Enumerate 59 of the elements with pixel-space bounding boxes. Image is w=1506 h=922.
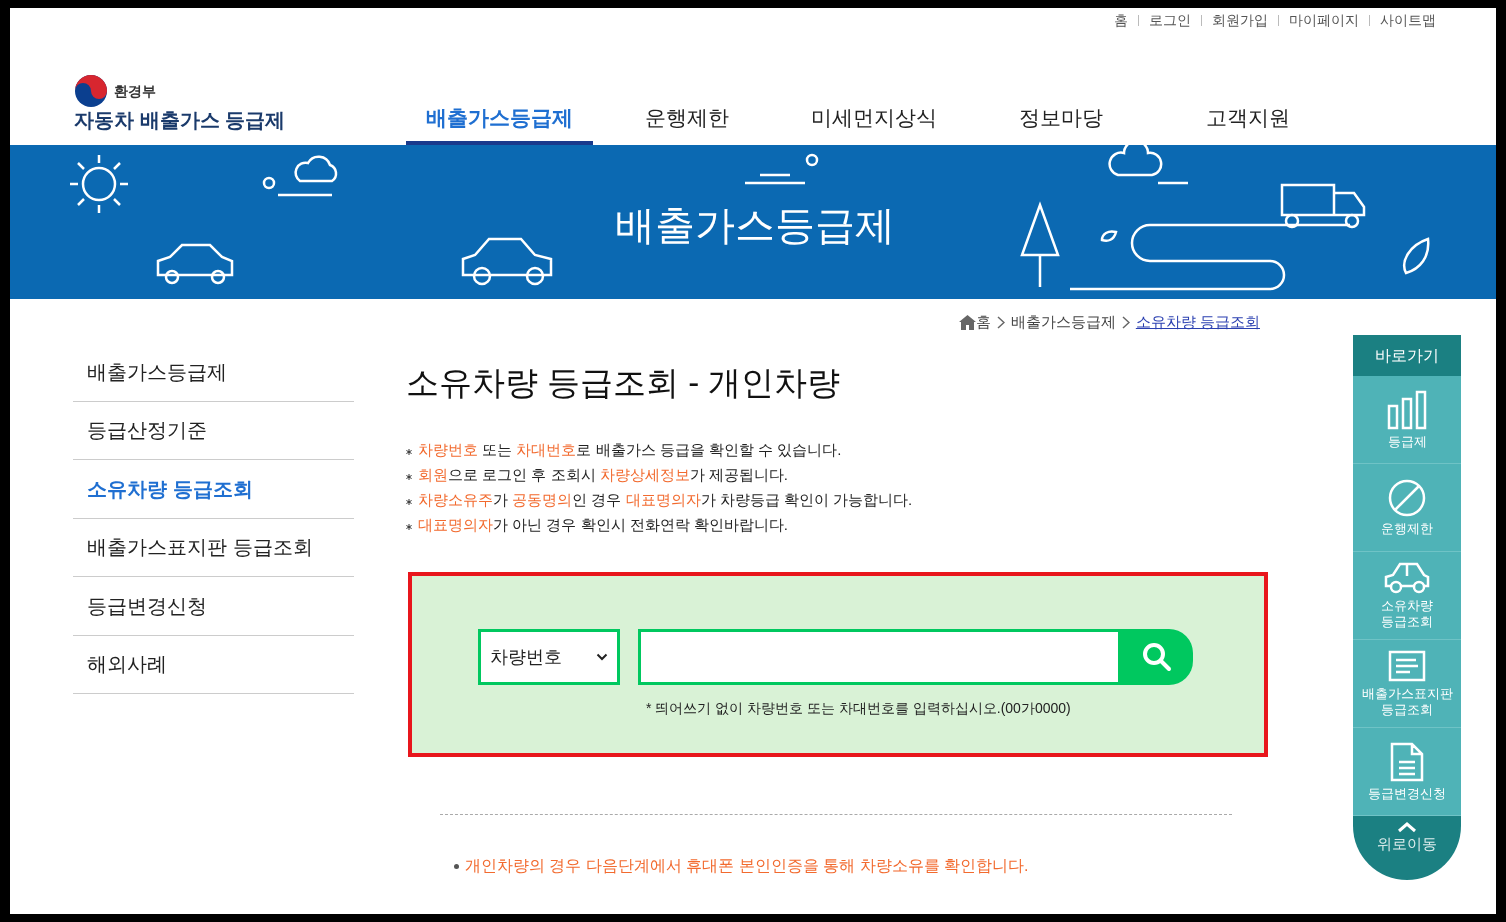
top-link[interactable]: 홈 <box>1114 10 1128 31</box>
notice-text: 회원으로 로그인 후 조회시 차량상세정보가 제공됩니다. <box>418 465 788 486</box>
asterisk-icon <box>406 449 412 455</box>
cloud-icon <box>262 155 338 197</box>
cloud-icon <box>1108 145 1188 185</box>
notice-text: 차량소유주가 공동명의인 경우 대표명의자가 차량등급 확인이 가능합니다. <box>418 490 913 511</box>
chevron-right-icon <box>996 315 1005 329</box>
breadcrumb-link[interactable]: 배출가스등급제 <box>1010 311 1116 334</box>
top-link[interactable]: 마이페이지 <box>1289 10 1359 31</box>
search-icon <box>1141 642 1172 672</box>
asterisk-icon <box>406 474 412 480</box>
breadcrumb-link[interactable]: 홈 <box>975 311 991 334</box>
prohibited-icon <box>1388 478 1426 517</box>
sign-board-icon <box>1388 649 1426 682</box>
notice-text: 대표명의자가 아닌 경우 확인시 전화연락 확인바랍니다. <box>418 515 788 536</box>
ownership-note: 개인차량의 경우 다음단계에서 휴대폰 본인인증을 통해 차량소유를 확인합니다. <box>465 856 1029 876</box>
sidebar-item[interactable]: 소유차량 등급조회 <box>73 460 354 519</box>
chevron-up-icon <box>1397 822 1417 833</box>
search-type-select[interactable]: 차량번호 <box>478 629 620 685</box>
ministry-name: 환경부 <box>114 81 156 101</box>
asterisk-icon <box>406 524 412 530</box>
car-icon <box>461 237 553 286</box>
sidebar-item[interactable]: 배출가스표지판 등급조회 <box>73 518 354 577</box>
site-logo-title[interactable]: 자동차 배출가스 등급제 <box>74 108 286 132</box>
car-icon <box>1383 561 1431 594</box>
top-link[interactable]: 회원가입 <box>1212 10 1268 31</box>
top-link[interactable]: 로그인 <box>1149 10 1191 31</box>
top-link[interactable]: 사이트맵 <box>1380 10 1436 31</box>
emblem-icon <box>74 74 108 108</box>
banner-title: 배출가스등급제 <box>614 202 896 249</box>
document-icon <box>1390 741 1424 782</box>
sidebar-item[interactable]: 해외사례 <box>73 635 354 694</box>
truck-icon <box>1280 183 1366 229</box>
car-icon <box>156 243 234 285</box>
home-icon <box>958 314 976 330</box>
sun-icon <box>68 153 130 215</box>
leaf-icon <box>1403 237 1430 275</box>
nav-tab[interactable]: 미세먼지상식 <box>780 96 967 145</box>
page-title: 소유차량 등급조회 - 개인차량 <box>406 363 841 403</box>
chevron-right-icon <box>1121 315 1130 329</box>
bar-chart-icon <box>1386 389 1428 430</box>
bullet-icon <box>454 863 459 869</box>
search-hint: * 띄어쓰기 없이 차량번호 또는 차대번호를 입력하십시오.(00가0000) <box>646 699 1071 718</box>
nav-tab[interactable]: 고객지원 <box>1154 96 1341 145</box>
sidebar-item[interactable]: 배출가스등급제 <box>73 343 354 402</box>
sidebar-item[interactable]: 등급변경신청 <box>73 577 354 636</box>
sidebar-item[interactable]: 등급산정기준 <box>73 401 354 460</box>
quick-menu-title: 바로가기 <box>1353 335 1461 376</box>
asterisk-icon <box>406 499 412 505</box>
chevron-down-icon <box>596 653 608 661</box>
breadcrumb-link[interactable]: 소유차량 등급조회 <box>1135 311 1260 334</box>
tree-icon <box>1020 203 1060 289</box>
nav-tab[interactable]: 운행제한 <box>593 96 780 145</box>
search-input[interactable] <box>638 629 1121 685</box>
nav-tab[interactable]: 정보마당 <box>967 96 1154 145</box>
search-button[interactable] <box>1120 629 1193 685</box>
scroll-top-button[interactable]: 위로이동 <box>1353 816 1461 880</box>
notice-text: 차량번호 또는 차대번호로 배출가스 등급을 확인할 수 있습니다. <box>418 440 842 461</box>
leaf-icon <box>1100 230 1118 242</box>
